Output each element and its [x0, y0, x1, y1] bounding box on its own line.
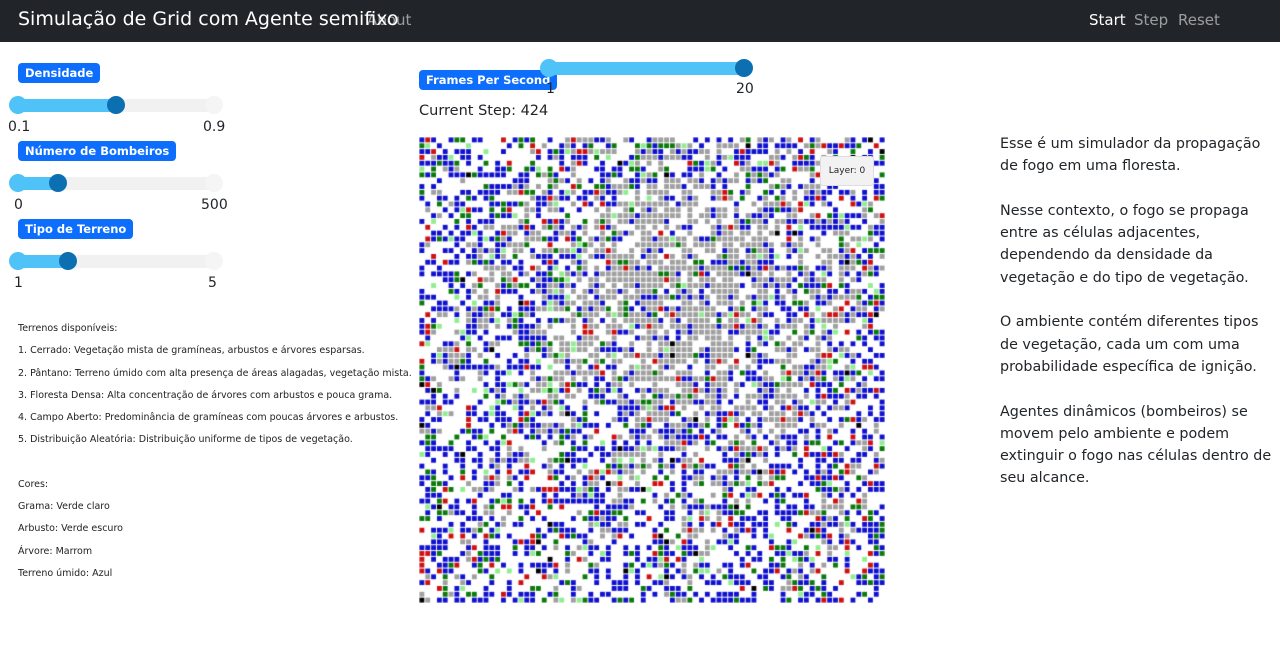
description-paragraph: Agentes dinâmicos (bombeiros) se movem p… [1000, 403, 1272, 487]
color-item-wet: Terreno úmido: Azul [18, 568, 113, 579]
terrain-label: Tipo de Terreno [18, 219, 134, 239]
density-slider[interactable] [9, 96, 223, 114]
color-item-grass: Grama: Verde claro [18, 501, 110, 512]
density-min-label: 0.1 [8, 119, 31, 135]
simulation-grid[interactable] [419, 137, 885, 603]
terrain-item-4: 4. Campo Aberto: Predominância de gramín… [18, 412, 399, 423]
colors-title: Cores: [18, 479, 49, 490]
terrain-max-label: 5 [208, 275, 217, 291]
fps-label: Frames Per Second [419, 70, 558, 90]
reset-button[interactable]: Reset [1178, 11, 1220, 29]
terrain-slider[interactable] [9, 252, 223, 270]
terrain-min-handle[interactable] [9, 252, 27, 270]
fps-slider[interactable] [540, 59, 753, 77]
terrain-min-label: 1 [14, 275, 23, 291]
fps-min-label: 1 [546, 81, 555, 97]
step-button[interactable]: Step [1134, 11, 1168, 29]
terrain-item-1: 1. Cerrado: Vegetação mista de gramíneas… [18, 345, 365, 356]
layer-control[interactable]: Layer: 0 [820, 156, 874, 186]
terrain-max-handle[interactable] [205, 252, 223, 270]
fps-max-label: 20 [736, 81, 754, 97]
description-paragraph: O ambiente contém diferentes tipos de ve… [1000, 314, 1259, 375]
firefighters-min-label: 0 [14, 197, 23, 213]
fps-min-handle[interactable] [540, 59, 558, 77]
terrains-title: Terrenos disponíveis: [18, 323, 118, 334]
terrain-item-2: 2. Pântano: Terreno úmido com alta prese… [18, 368, 412, 379]
terrain-value-handle[interactable] [58, 252, 77, 270]
firefighters-max-handle[interactable] [205, 174, 223, 192]
description-paragraph: Nesse contexto, o fogo se propaga entre … [1000, 202, 1249, 286]
description-paragraph: Esse é um simulador da propagação de fog… [1000, 136, 1261, 175]
firefighters-label: Número de Bombeiros [18, 141, 177, 161]
color-item-shrub: Arbusto: Verde escuro [18, 523, 123, 534]
start-button[interactable]: Start [1089, 11, 1126, 29]
current-step-text: Current Step: 424 [419, 103, 549, 119]
terrain-item-5: 5. Distribuição Aleatória: Distribuição … [18, 434, 353, 445]
firefighters-max-label: 500 [201, 197, 228, 213]
terrain-item-3: 3. Floresta Densa: Alta concentração de … [18, 390, 393, 401]
density-max-label: 0.9 [203, 119, 226, 135]
firefighters-min-handle[interactable] [9, 174, 27, 192]
firefighters-slider[interactable] [9, 174, 223, 192]
app-title[interactable]: Simulação de Grid com Agente semifixo [18, 8, 398, 30]
description: Esse é um simulador da propagação de fog… [1000, 133, 1278, 512]
nav-about-link[interactable]: About [367, 11, 411, 29]
firefighters-value-handle[interactable] [48, 174, 67, 192]
density-min-handle[interactable] [9, 96, 27, 114]
fps-value-handle[interactable] [735, 59, 753, 77]
fps-slider-fill [541, 62, 749, 75]
density-max-handle[interactable] [205, 96, 223, 114]
navbar: Simulação de Grid com Agente semifixo Ab… [0, 0, 1280, 42]
density-value-handle[interactable] [107, 96, 125, 114]
density-label: Densidade [18, 63, 101, 83]
color-item-tree: Árvore: Marrom [18, 546, 93, 557]
